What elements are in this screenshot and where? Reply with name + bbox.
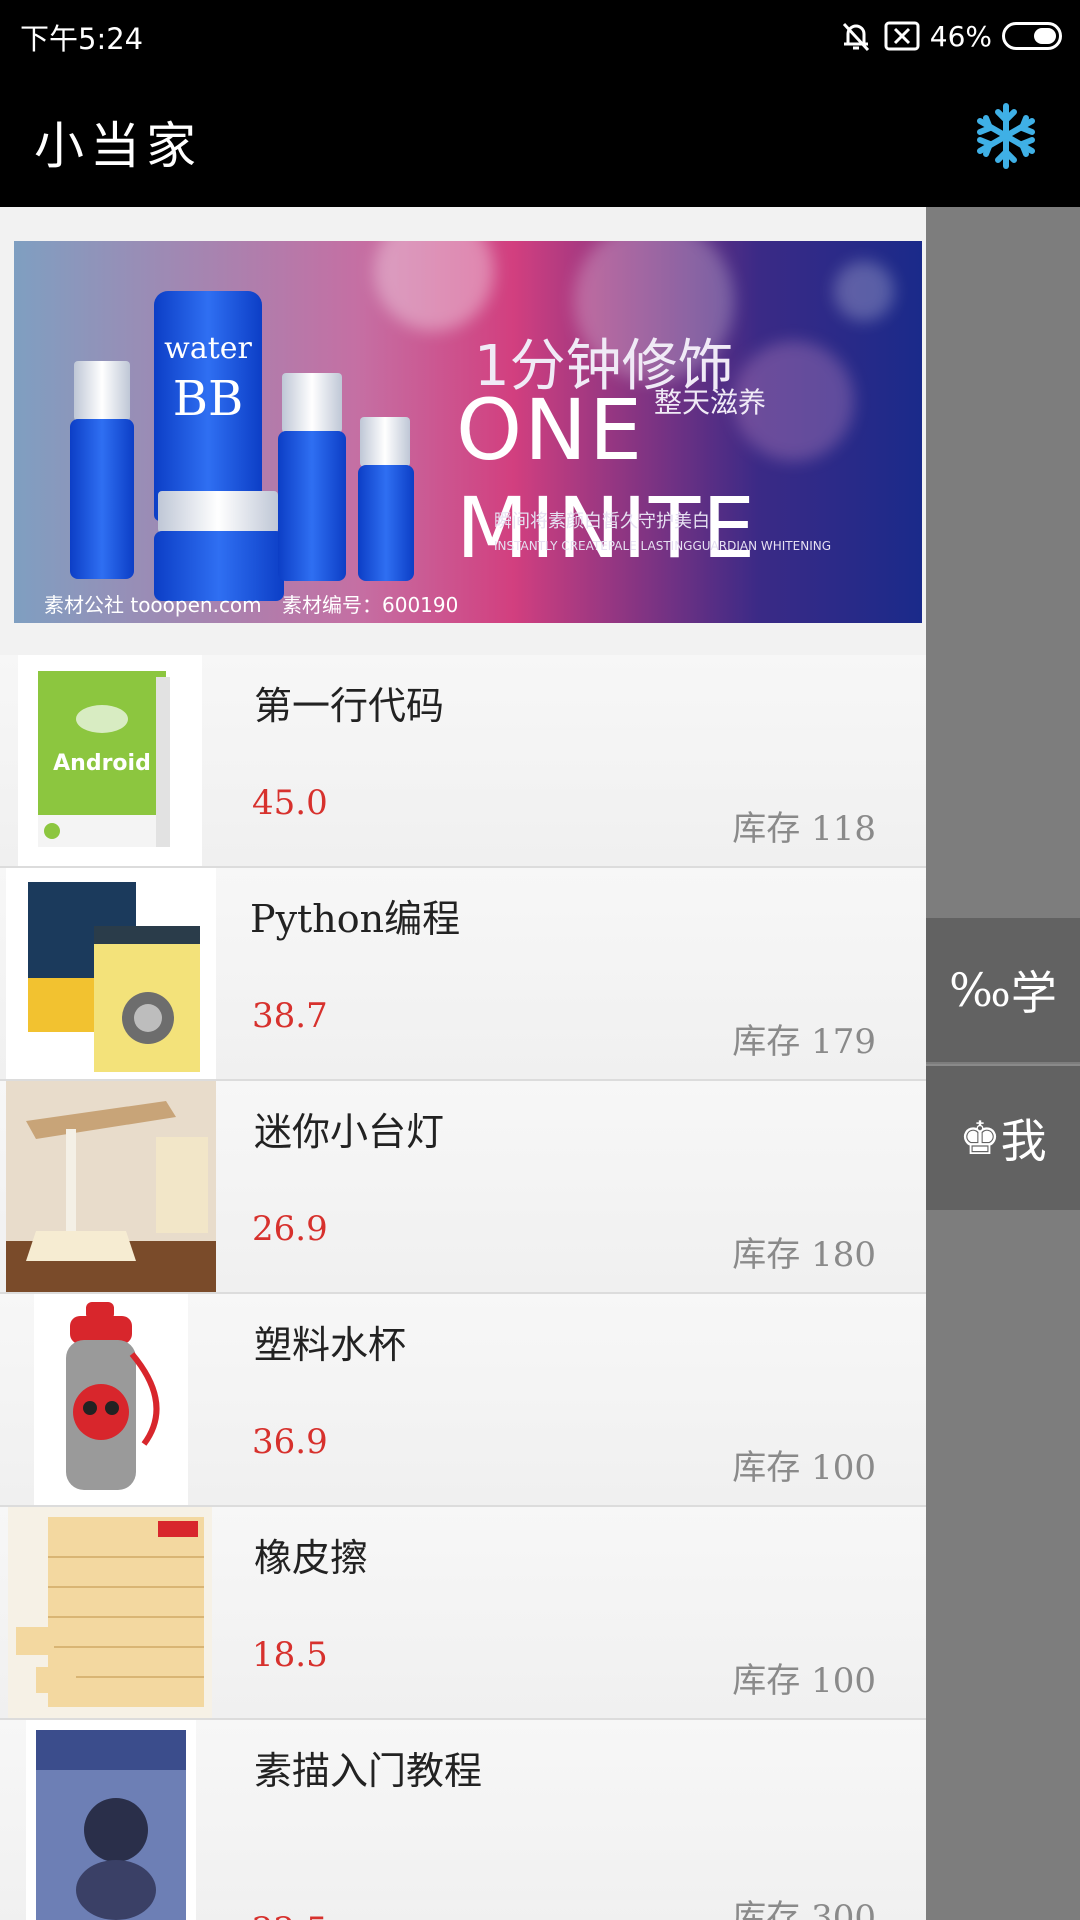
main-content[interactable]: water BB 1分钟修饰 ONE MINITE 整天滋养 瞬间将素颜白皙久守… <box>0 207 926 1920</box>
list-item[interactable]: Android 第一行代码 45.0 库存 118 <box>0 655 926 868</box>
product-price: 45.0 <box>252 783 328 823</box>
permille-icon: ‰ <box>949 963 1011 1017</box>
side-menu-study[interactable]: ‰ 学 <box>926 918 1080 1062</box>
status-time: 下午5:24 <box>20 22 144 56</box>
list-item[interactable]: 素描入门教程 22.5 库存 300 <box>0 1720 926 1920</box>
list-item[interactable]: 橡皮擦 18.5 库存 100 <box>0 1507 926 1720</box>
product-price: 26.9 <box>252 1209 328 1249</box>
banner-small-text: 整天滋养 <box>654 386 767 419</box>
product-stock: 库存 180 <box>732 1235 876 1275</box>
product-thumbnail <box>6 868 216 1079</box>
product-name: 第一行代码 <box>254 684 445 728</box>
product-stock: 库存 100 <box>732 1661 876 1701</box>
app-bar: 小当家 <box>0 72 1080 207</box>
product-name: 橡皮擦 <box>254 1536 369 1580</box>
product-list: Android 第一行代码 45.0 库存 118 Python编程 38.7 … <box>0 655 926 1920</box>
list-item[interactable]: 迷你小台灯 26.9 库存 180 <box>0 1081 926 1294</box>
product-price: 38.7 <box>252 996 328 1036</box>
product-stock: 库存 118 <box>732 809 876 849</box>
banner-code: 素材编号：600190 <box>282 593 459 617</box>
banner-brand: 素材公社 tooopen.com <box>44 593 262 617</box>
product-thumbnail <box>6 1081 216 1292</box>
battery-icon <box>1002 22 1062 50</box>
app-title: 小当家 <box>34 117 202 175</box>
product-stock: 库存 100 <box>732 1448 876 1488</box>
list-item[interactable]: 塑料水杯 36.9 库存 100 <box>0 1294 926 1507</box>
sim-error-icon <box>884 21 920 51</box>
product-big-label: BB <box>172 371 244 427</box>
product-thumbnail <box>26 1720 196 1920</box>
product-thumbnail: Android <box>18 655 202 866</box>
product-name: 迷你小台灯 <box>254 1110 445 1154</box>
banner-tagline: 瞬间将素颜白皙久守护美白 <box>494 511 710 532</box>
product-name: 素描入门教程 <box>254 1749 483 1793</box>
snowflake-icon[interactable] <box>972 102 1040 170</box>
banner-subtagline: INSTANTLY CREATEPALE LASTINGGUARDIAN WHI… <box>494 539 832 553</box>
product-label: water <box>164 331 252 366</box>
battery-percent: 46% <box>929 19 992 53</box>
status-bar: 下午5:24 46% <box>0 0 1080 72</box>
bell-off-icon <box>842 22 869 52</box>
side-menu-label: 学 <box>1010 966 1057 1020</box>
product-price: 22.5 <box>252 1910 328 1920</box>
product-stock: 库存 300 <box>732 1898 876 1920</box>
promo-banner[interactable]: water BB 1分钟修饰 ONE MINITE 整天滋养 瞬间将素颜白皙久守… <box>14 241 922 623</box>
product-thumbnail <box>8 1507 212 1718</box>
product-price: 36.9 <box>252 1422 328 1462</box>
side-menu-me[interactable]: ♚ 我 <box>926 1064 1080 1210</box>
product-price: 18.5 <box>252 1635 328 1675</box>
product-thumbnail <box>34 1294 188 1505</box>
side-menu-label: 我 <box>1000 1114 1047 1168</box>
product-name: 塑料水杯 <box>254 1323 407 1367</box>
product-stock: 库存 179 <box>732 1022 876 1062</box>
svg-text:Android: Android <box>53 751 151 776</box>
list-item[interactable]: Python编程 38.7 库存 179 <box>0 868 926 1081</box>
product-name: Python编程 <box>250 897 461 941</box>
crown-icon: ♚ <box>959 1111 1001 1165</box>
status-icons: 46% <box>838 14 1062 58</box>
